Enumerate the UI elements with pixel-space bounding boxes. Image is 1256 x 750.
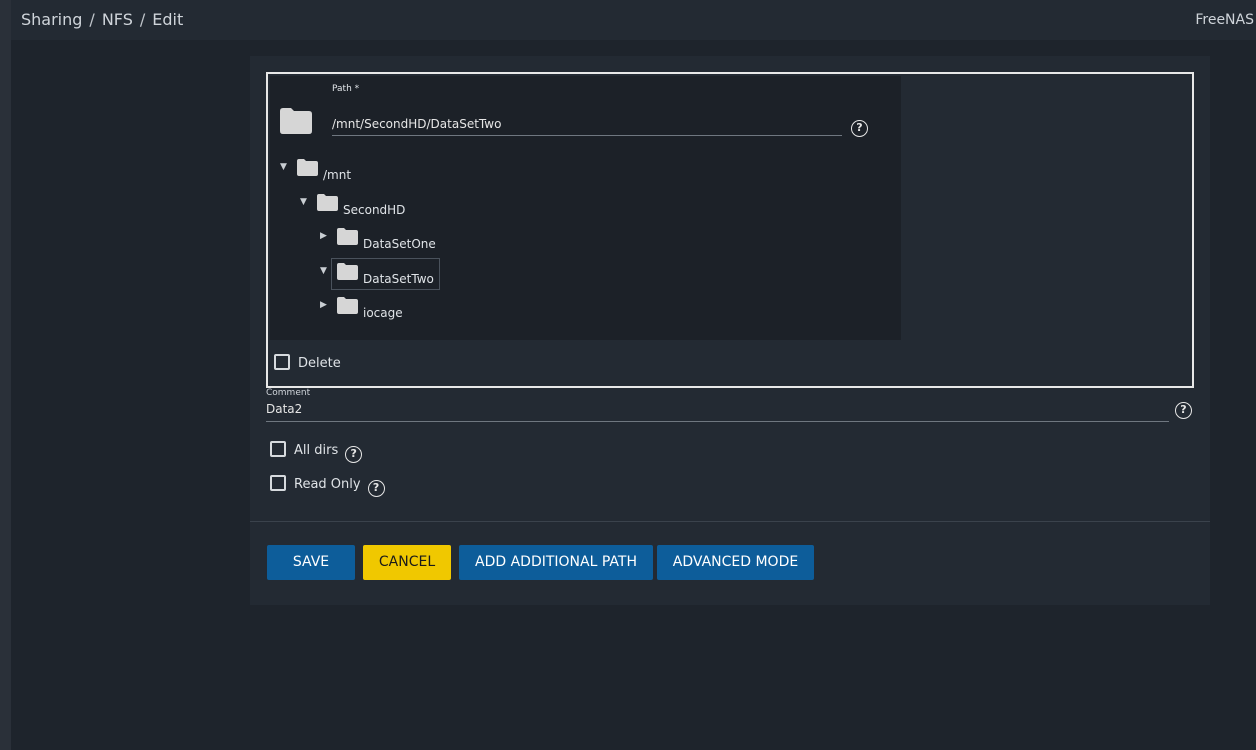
read-only-checkbox[interactable] xyxy=(270,475,286,491)
path-input[interactable]: /mnt/SecondHD/DataSetTwo xyxy=(332,114,842,136)
help-circle-icon[interactable]: ? xyxy=(345,446,363,463)
chevron-down-icon[interactable]: ▼ xyxy=(300,197,307,207)
path-label: Path * xyxy=(332,84,360,94)
help-circle-icon[interactable]: ? xyxy=(851,120,868,137)
breadcrumb-edit: Edit xyxy=(152,10,184,29)
folder-icon[interactable] xyxy=(280,108,312,134)
folder-icon xyxy=(337,263,358,280)
add-additional-path-button[interactable]: ADD ADDITIONAL PATH xyxy=(459,545,653,580)
save-button[interactable]: SAVE xyxy=(267,545,355,580)
delete-checkbox[interactable] xyxy=(274,354,290,370)
path-group: Path * /mnt/SecondHD/DataSetTwo ? ▼ /mnt… xyxy=(266,72,1194,388)
breadcrumb-nfs[interactable]: NFS xyxy=(102,10,133,29)
help-circle-icon[interactable]: ? xyxy=(367,480,385,497)
chevron-right-icon[interactable]: ▶ xyxy=(320,231,327,241)
folder-icon xyxy=(337,297,358,314)
advanced-mode-button[interactable]: ADVANCED MODE xyxy=(657,545,814,580)
tree-node-label: DataSetOne xyxy=(363,237,436,251)
breadcrumb-sharing[interactable]: Sharing xyxy=(21,10,82,29)
nfs-edit-card: Path * /mnt/SecondHD/DataSetTwo ? ▼ /mnt… xyxy=(250,56,1210,605)
tree-node-label: SecondHD xyxy=(343,203,406,217)
tree-node-label: DataSetTwo xyxy=(363,272,434,286)
all-dirs-row: All dirs? xyxy=(270,441,363,463)
comment-label: Comment xyxy=(266,388,311,398)
breadcrumb-separator: / xyxy=(139,10,146,29)
all-dirs-label: All dirs xyxy=(294,443,339,458)
brand-name: FreeNAS xyxy=(1195,12,1254,28)
delete-label: Delete xyxy=(298,356,341,371)
help-circle-icon[interactable]: ? xyxy=(1175,402,1192,419)
all-dirs-checkbox[interactable] xyxy=(270,441,286,457)
comment-input[interactable]: Data2 xyxy=(266,402,1169,422)
breadcrumb: Sharing / NFS / Edit xyxy=(21,10,183,29)
tree-node-label: /mnt xyxy=(323,168,352,182)
cancel-button[interactable]: CANCEL xyxy=(363,545,451,580)
chevron-right-icon[interactable]: ▶ xyxy=(320,300,327,310)
read-only-row: Read Only? xyxy=(270,475,385,497)
divider xyxy=(250,521,1210,522)
delete-row: Delete xyxy=(274,354,341,371)
top-bar: Sharing / NFS / Edit FreeNAS xyxy=(11,0,1256,40)
file-explorer: Path * /mnt/SecondHD/DataSetTwo ? ▼ /mnt… xyxy=(270,76,901,340)
folder-icon xyxy=(317,194,338,211)
breadcrumb-separator: / xyxy=(89,10,95,29)
left-sidebar-strip xyxy=(0,0,11,750)
folder-icon xyxy=(297,159,318,176)
tree-node-label: iocage xyxy=(363,306,403,320)
folder-icon xyxy=(337,228,358,245)
read-only-label: Read Only xyxy=(294,477,361,492)
chevron-down-icon[interactable]: ▼ xyxy=(280,162,287,172)
chevron-down-icon[interactable]: ▼ xyxy=(320,266,327,276)
